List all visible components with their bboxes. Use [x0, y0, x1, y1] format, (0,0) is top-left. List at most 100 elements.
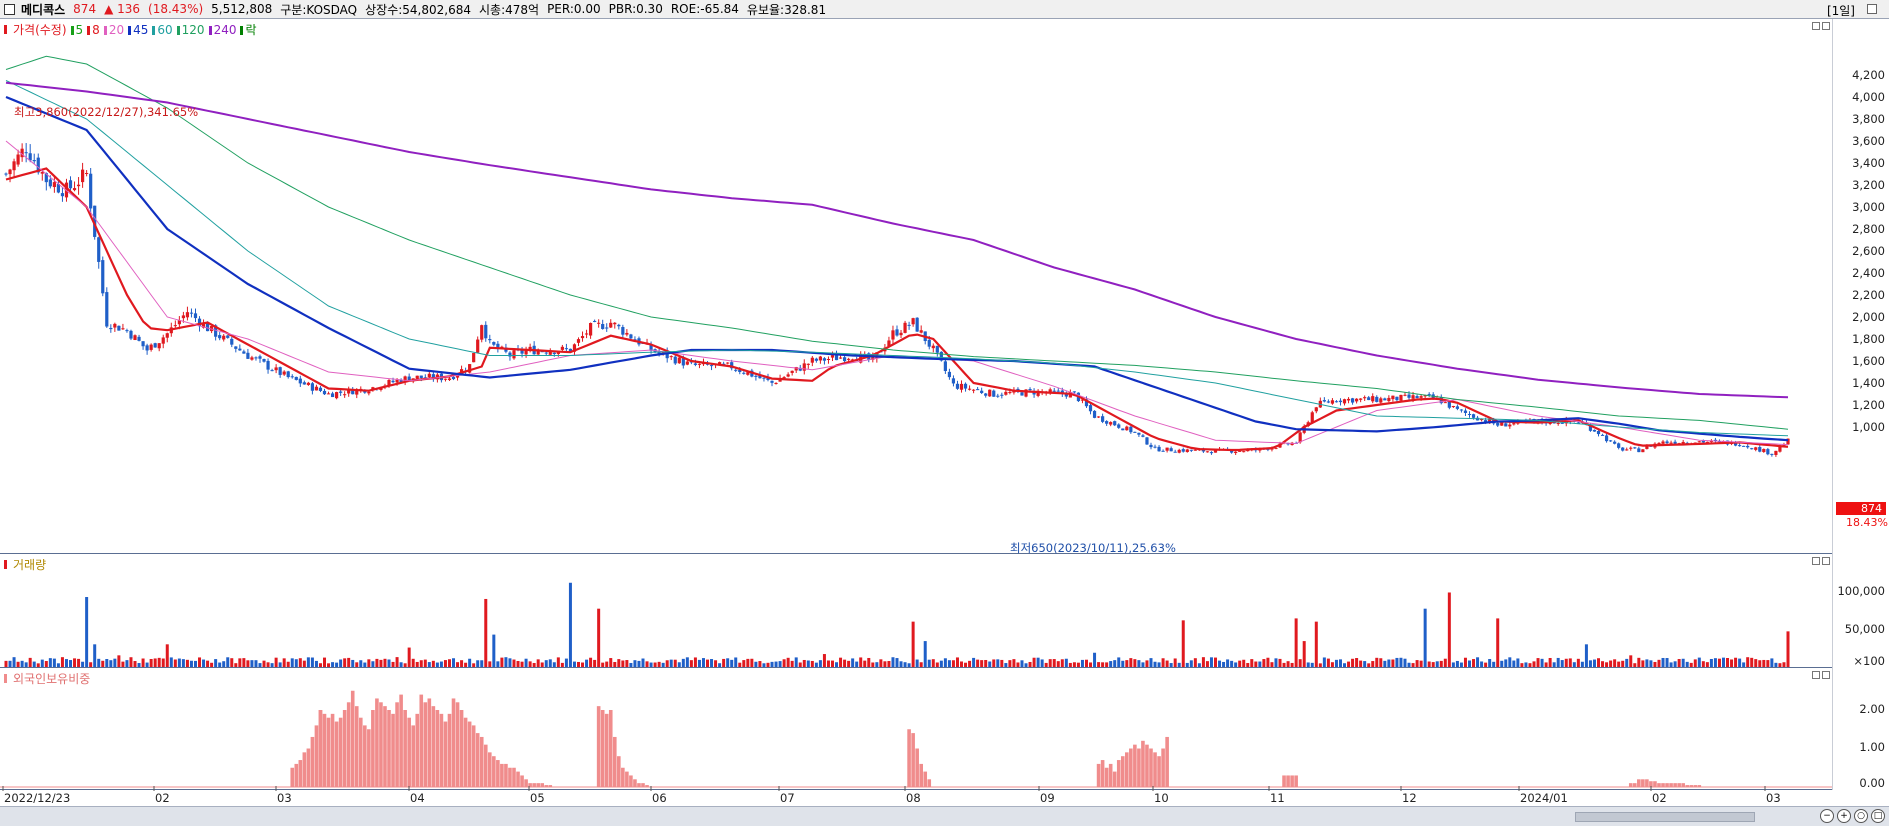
price-legend: 가격(수정) 5 8 20 45 60 120 240 락 [4, 21, 257, 38]
ma-legend-item-45[interactable]: 45 [128, 23, 148, 37]
volume-tick: 50,000 [1844, 622, 1885, 636]
ma-legend-item-5[interactable]: 5 [70, 22, 84, 37]
price-tick: 1,400 [1852, 376, 1885, 390]
x-axis-label: 12 [1402, 791, 1417, 805]
panel-close-button[interactable] [1822, 22, 1830, 30]
price-tick: 3,400 [1852, 156, 1885, 170]
roe-value: ROE:-65.84 [670, 2, 739, 16]
panel-close-button[interactable] [1822, 557, 1830, 565]
price-tick: 3,800 [1852, 112, 1885, 126]
volume-tick: 100,000 [1837, 584, 1885, 598]
chart-scrollbar[interactable]: − + ○ □ [0, 806, 1889, 826]
x-axis-label: 03 [1766, 791, 1781, 805]
foreign-ownership-panel: 외국인보유비중 [0, 668, 1832, 790]
ma-legend-label: 60 [157, 22, 173, 37]
ma-legend-label: 5 [75, 22, 84, 37]
zoom-out-icon[interactable]: − [1820, 809, 1834, 823]
panel-close-button[interactable] [1822, 671, 1830, 679]
panel-maximize-button[interactable] [1812, 557, 1820, 565]
high-price-annotation: 최고3,860(2022/12/27),341.65% [14, 105, 199, 119]
foreign-tick: 2.00 [1859, 702, 1885, 716]
ma-legend-label: 45 [133, 22, 149, 37]
ma-legend-swatch [103, 25, 107, 35]
ma-legend-swatch [176, 25, 180, 35]
price-tick: 2,400 [1852, 266, 1885, 280]
panel-maximize-button[interactable] [1812, 22, 1820, 30]
listed-shares: 상장수:54,802,684 [365, 2, 471, 17]
foreign-axis: 2.00 1.00 0.00 [1832, 668, 1889, 790]
zoom-controls: − + ○ □ [1820, 809, 1885, 823]
ma-legend-swatch [240, 26, 244, 35]
zoom-reset-icon[interactable]: ○ [1854, 809, 1868, 823]
x-axis-label: 02 [155, 791, 170, 805]
ma-legend-swatch [208, 25, 212, 35]
ma-legend-label: 8 [92, 22, 100, 37]
foreign-tick: 1.00 [1859, 740, 1885, 754]
price-tick: 2,000 [1852, 310, 1885, 324]
ma-legend-item-8[interactable]: 8 [87, 23, 100, 37]
price-tick: 3,000 [1852, 200, 1885, 214]
price-tick: 4,000 [1852, 90, 1885, 104]
ma-legend-swatch [87, 25, 91, 35]
ma-legend-item-60[interactable]: 60 [152, 22, 173, 37]
x-axis-label: 09 [1040, 791, 1055, 805]
volume-panel: 거래량 [0, 554, 1832, 668]
price-tick: 3,200 [1852, 178, 1885, 192]
x-axis-label: 11 [1270, 791, 1285, 805]
pbr-value: PBR:0.30 [608, 2, 663, 16]
ma-legend-label: 240 [213, 22, 237, 37]
ma-legend-item-240[interactable]: 240 [208, 22, 237, 37]
volume-legend-title: 거래량 [13, 558, 47, 572]
zoom-in-icon[interactable]: + [1837, 809, 1851, 823]
price-tick: 4,200 [1852, 68, 1885, 82]
price-legend-title: 가격(수정) [13, 23, 67, 37]
volume-legend-swatch [4, 560, 7, 569]
price-legend-swatch [4, 25, 7, 34]
volume-value: 5,512,808 [211, 2, 273, 16]
price-tick: 2,600 [1852, 244, 1885, 258]
ma-legend-label: 락 [245, 23, 257, 37]
stock-name: 메디콕스 [21, 2, 66, 17]
x-axis-label: 2022/12/23 [4, 791, 71, 805]
ma-legend-item-20[interactable]: 20 [103, 22, 125, 37]
per-value: PER:0.00 [547, 2, 601, 16]
stock-info-bar: 메디콕스 874 ▲ 136 (18.43%) 5,512,808 구분:KOS… [0, 0, 1889, 19]
zoom-fit-icon[interactable]: □ [1871, 809, 1885, 823]
ma-legend-item-120[interactable]: 120 [176, 23, 205, 37]
foreign-tick: 0.00 [1859, 776, 1885, 790]
price-tick: 1,600 [1852, 354, 1885, 368]
foreign-legend-title: 외국인보유비중 [13, 672, 91, 686]
window-toggle-button[interactable] [1867, 4, 1877, 14]
foreign-legend: 외국인보유비중 [4, 670, 90, 687]
current-price: 874 [73, 2, 97, 16]
x-axis-label: 02 [1652, 791, 1667, 805]
price-change: ▲ 136 [104, 2, 141, 16]
market-label: 구분:KOSDAQ [280, 2, 358, 17]
volume-axis: 100,000 50,000 ×100 [1832, 554, 1889, 668]
current-price-tag: 874 [1836, 502, 1886, 515]
price-tick: 1,200 [1852, 398, 1885, 412]
price-tick: 2,800 [1852, 222, 1885, 236]
x-axis-label: 06 [652, 791, 667, 805]
period-selector[interactable]: [1일] [1827, 2, 1855, 19]
price-tick: 2,200 [1852, 288, 1885, 302]
price-tick: 1,800 [1852, 332, 1885, 346]
reserve-ratio: 유보율:328.81 [746, 2, 827, 17]
panel-maximize-button[interactable] [1812, 671, 1820, 679]
foreign-legend-swatch [4, 674, 7, 683]
ma-legend-swatch [152, 25, 156, 35]
select-checkbox[interactable] [4, 3, 15, 15]
price-axis: 4,200 4,000 3,800 3,600 3,400 3,200 3,000 2,800… [1832, 19, 1889, 554]
price-panel: 가격(수정) 5 8 20 45 60 120 240 락 [0, 19, 1832, 554]
x-axis-label: 05 [530, 791, 545, 805]
x-axis-label: 03 [277, 791, 292, 805]
ma-legend-swatch [128, 25, 132, 35]
x-axis-label: 04 [410, 791, 425, 805]
price-tick: 3,600 [1852, 134, 1885, 148]
ma-legend-label: 20 [108, 22, 125, 37]
scrollbar-thumb[interactable] [1575, 812, 1755, 822]
x-axis-label: 10 [1154, 791, 1169, 805]
price-tick: 1,000 [1852, 420, 1885, 434]
ma-legend-swatch [70, 25, 74, 35]
ma-legend-item-ex[interactable]: 락 [240, 21, 257, 38]
